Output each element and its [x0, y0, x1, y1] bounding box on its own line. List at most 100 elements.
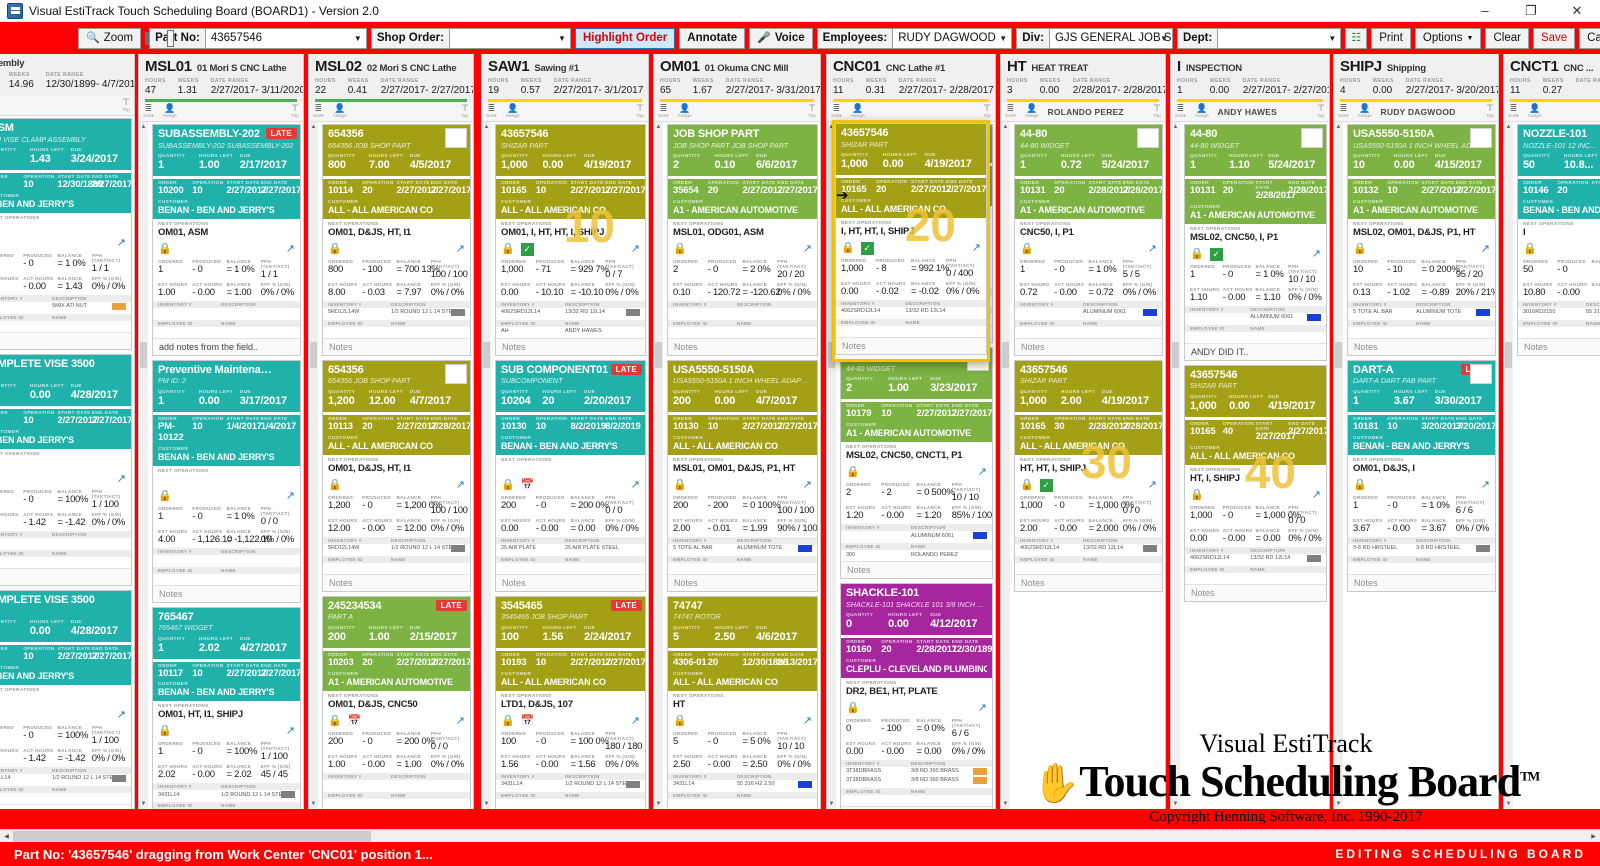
scroll-up-icon[interactable]: ▲ — [309, 122, 318, 132]
scheduling-board[interactable]: Assembly HOURS WEEKS 14.96 DATE RANGE 12… — [0, 54, 1600, 829]
notes-field[interactable]: add notes from the field.. — [153, 337, 300, 355]
open-external-icon[interactable]: ↗ — [286, 243, 295, 255]
calendar-alert-icon[interactable]: 📅 — [521, 479, 535, 491]
top-button[interactable]: ⊤ Top — [122, 98, 130, 113]
dept-combo[interactable]: ▼ — [1217, 27, 1342, 49]
top-button[interactable]: ⊤ Top — [1153, 104, 1161, 119]
top-button[interactable]: ⊤ Top — [808, 104, 816, 119]
div-combo[interactable]: GJS GENERAL JOB SHOI ▼ — [1048, 27, 1173, 49]
maximize-button[interactable]: ❐ — [1508, 0, 1554, 22]
chevron-down-icon[interactable]: ▼ — [1324, 29, 1340, 48]
column-scrollbar[interactable]: ▲ ▼ — [654, 122, 663, 809]
work-center-column[interactable]: HT HEAT TREAT HOURS 3 WEEKS 0.00 DATE RA… — [1000, 54, 1166, 809]
job-card[interactable]: JOB SHOP PART JOB SHOP PART JOB SHOP PAR… — [667, 124, 818, 356]
notes-field[interactable]: Notes — [153, 584, 300, 602]
job-card[interactable]: LATE SUB COMPONENT01 SUBCOMPONENT QUANTI… — [495, 359, 646, 592]
sort-button[interactable]: ≣ Sort▾ — [831, 104, 842, 119]
job-card[interactable]: ⚙ 44-80 44-80 WIDGET QUANTITY 1 HOURS LE… — [1184, 124, 1327, 361]
job-card-list[interactable]: ▲ ▼ ⚙ USA5550-5150A USA5550-5150A 1 INCH… — [1334, 122, 1498, 809]
notes-field[interactable]: Notes — [1015, 337, 1162, 355]
lock-icon[interactable]: 🔒 — [158, 726, 172, 737]
notes-field[interactable] — [0, 331, 131, 349]
lock-icon[interactable]: 🔒 — [158, 243, 172, 255]
part-no-combo[interactable]: 43657546 ▼ — [204, 27, 367, 49]
open-external-icon[interactable]: ↗ — [1312, 489, 1321, 501]
column-scrollbar-thumb[interactable] — [1505, 342, 1512, 368]
top-button[interactable]: ⊤ Top — [983, 104, 991, 119]
column-scrollbar[interactable]: ▲ ▼ — [309, 122, 318, 809]
assign-button[interactable]: 👤 Assign — [1528, 104, 1542, 119]
chevron-down-icon[interactable]: ▼ — [995, 29, 1011, 48]
job-card-list[interactable]: ▲ ▼ ⚙ 44-80 44-80 WIDGET QUANTITY 1 HOUR… — [1171, 122, 1329, 809]
assign-button[interactable]: 👤 Assign — [1025, 104, 1039, 119]
open-external-icon[interactable]: ↗ — [286, 726, 295, 737]
job-card[interactable]: ⚙ 654356 654356 JOB SHOP PART QUANTITY 8… — [322, 124, 471, 356]
highlight-order-button[interactable]: Highlight Order — [574, 27, 676, 49]
scroll-up-icon[interactable]: ▲ — [1504, 122, 1513, 132]
open-external-icon[interactable]: ↗ — [978, 467, 987, 478]
column-scrollbar[interactable]: ▲ ▼ — [139, 122, 148, 809]
lock-icon[interactable]: 🔒 — [1353, 243, 1367, 255]
check-icon[interactable]: ✓ — [1209, 247, 1223, 261]
assign-button[interactable]: 👤 Assign — [506, 104, 520, 119]
voice-button[interactable]: 🎤 Voice — [749, 27, 813, 49]
scroll-up-icon[interactable]: ▲ — [1001, 122, 1010, 132]
column-scrollbar-thumb[interactable] — [140, 342, 147, 368]
scroll-down-icon[interactable]: ▼ — [139, 799, 148, 809]
lock-icon[interactable]: 🔒 — [501, 715, 515, 727]
job-card[interactable]: 74747 74747 ROTOR QUANTITY 5 HOURS LEFT … — [667, 595, 818, 809]
work-center-column[interactable]: MSL02 02 Mori S CNC Lathe HOURS 22 WEEKS… — [308, 54, 474, 809]
open-external-icon[interactable]: ↗ — [456, 479, 465, 491]
notes-field[interactable]: Notes — [496, 573, 645, 591]
job-card[interactable]: 43657546 SHIZAR PART QUANTITY 1,000 HOUR… — [1014, 359, 1163, 592]
job-card[interactable]: Preventive Maintenance PM ID: 2 QUANTITY… — [152, 359, 301, 603]
lock-icon[interactable]: 🔒 — [1020, 243, 1034, 255]
job-card[interactable]: LATE⚙ DART-A DART-A DART FAB PART QUANTI… — [1347, 359, 1496, 592]
chevron-down-icon[interactable]: ▼ — [554, 29, 570, 48]
sort-button[interactable]: ≣ Sort▾ — [143, 104, 154, 119]
scroll-up-icon[interactable]: ▲ — [482, 122, 491, 132]
close-button[interactable]: ✕ — [1554, 0, 1600, 22]
open-external-icon[interactable]: ↗ — [1481, 243, 1490, 255]
assign-button[interactable]: 👤 Assign — [851, 104, 865, 119]
sort-button[interactable]: ≣ Sort▾ — [658, 104, 669, 119]
open-external-icon[interactable]: ↗ — [117, 237, 126, 249]
column-scrollbar[interactable]: ▲ ▼ — [1334, 122, 1343, 809]
board-horizontal-scrollbar[interactable]: ◀ ▶ — [0, 829, 1600, 842]
print-button[interactable]: Print — [1371, 27, 1411, 49]
lock-icon[interactable]: 🔒 — [841, 242, 855, 254]
scroll-up-icon[interactable]: ▲ — [1334, 122, 1343, 132]
top-button[interactable]: ⊤ Top — [1486, 104, 1494, 119]
open-external-icon[interactable]: ↗ — [803, 715, 812, 727]
notes-field[interactable]: Notes — [496, 337, 645, 355]
job-card-list[interactable]: ▲ ▼ NOZZLE-101 NOZZLE-101 12 INC... QUAN… — [1504, 122, 1600, 809]
top-button[interactable]: ⊤ Top — [461, 104, 469, 119]
job-card[interactable]: 43657546 SHIZAR PART QUANTITY 1,000 HOUR… — [1184, 364, 1327, 602]
work-center-column[interactable]: SAW1 Sawing #1 HOURS 19 WEEKS 0.57 DATE … — [481, 54, 649, 809]
scroll-down-icon[interactable]: ▼ — [827, 799, 836, 809]
lock-icon[interactable]: 🔒 — [1020, 479, 1034, 491]
top-button[interactable]: ⊤ Top — [1317, 104, 1325, 119]
layout-button[interactable]: ☷ — [1345, 27, 1368, 49]
sort-button[interactable]: ≣ Sort▾ — [1508, 104, 1519, 119]
job-card[interactable]: LATE SUBASSEMBLY-202 SUBASSEMBLY-202 SUB… — [152, 124, 301, 356]
job-card[interactable]: 43657546 SHIZAR PART QUANTITY 1,000 HOUR… — [835, 123, 987, 355]
notes-field[interactable]: Notes — [836, 336, 986, 354]
notes-field[interactable]: Notes — [1518, 337, 1600, 355]
open-external-icon[interactable]: ↗ — [117, 473, 126, 485]
job-card[interactable]: ⚙ 44-80 44-80 WIDGET QUANTITY 1 HOURS LE… — [1014, 124, 1163, 356]
work-center-column[interactable]: OM01 01 Okuma CNC Mill HOURS 65 WEEKS 1.… — [653, 54, 821, 809]
lock-icon[interactable]: 🔒 — [1523, 243, 1537, 255]
job-card[interactable]: ...SM ...M VISE CLAMP ASSEMBLY QUANTITY … — [0, 118, 132, 350]
scroll-up-icon[interactable]: ▲ — [654, 122, 663, 132]
calendar-alert-icon[interactable]: 📅 — [348, 715, 362, 727]
job-card-list[interactable]: ▲ ▼ JOB SHOP PART JOB SHOP PART JOB SHOP… — [654, 122, 820, 809]
sort-button[interactable]: ≣ Sort▾ — [1175, 104, 1186, 119]
open-external-icon[interactable]: ↗ — [456, 715, 465, 727]
lock-icon[interactable]: 🔒 — [501, 479, 515, 491]
open-external-icon[interactable]: ↗ — [1312, 248, 1321, 260]
minimize-button[interactable]: – — [1462, 0, 1508, 22]
open-external-icon[interactable]: ↗ — [456, 243, 465, 255]
column-scrollbar-thumb[interactable] — [1172, 342, 1179, 368]
work-center-column[interactable]: Assembly HOURS WEEKS 14.96 DATE RANGE 12… — [0, 54, 135, 809]
